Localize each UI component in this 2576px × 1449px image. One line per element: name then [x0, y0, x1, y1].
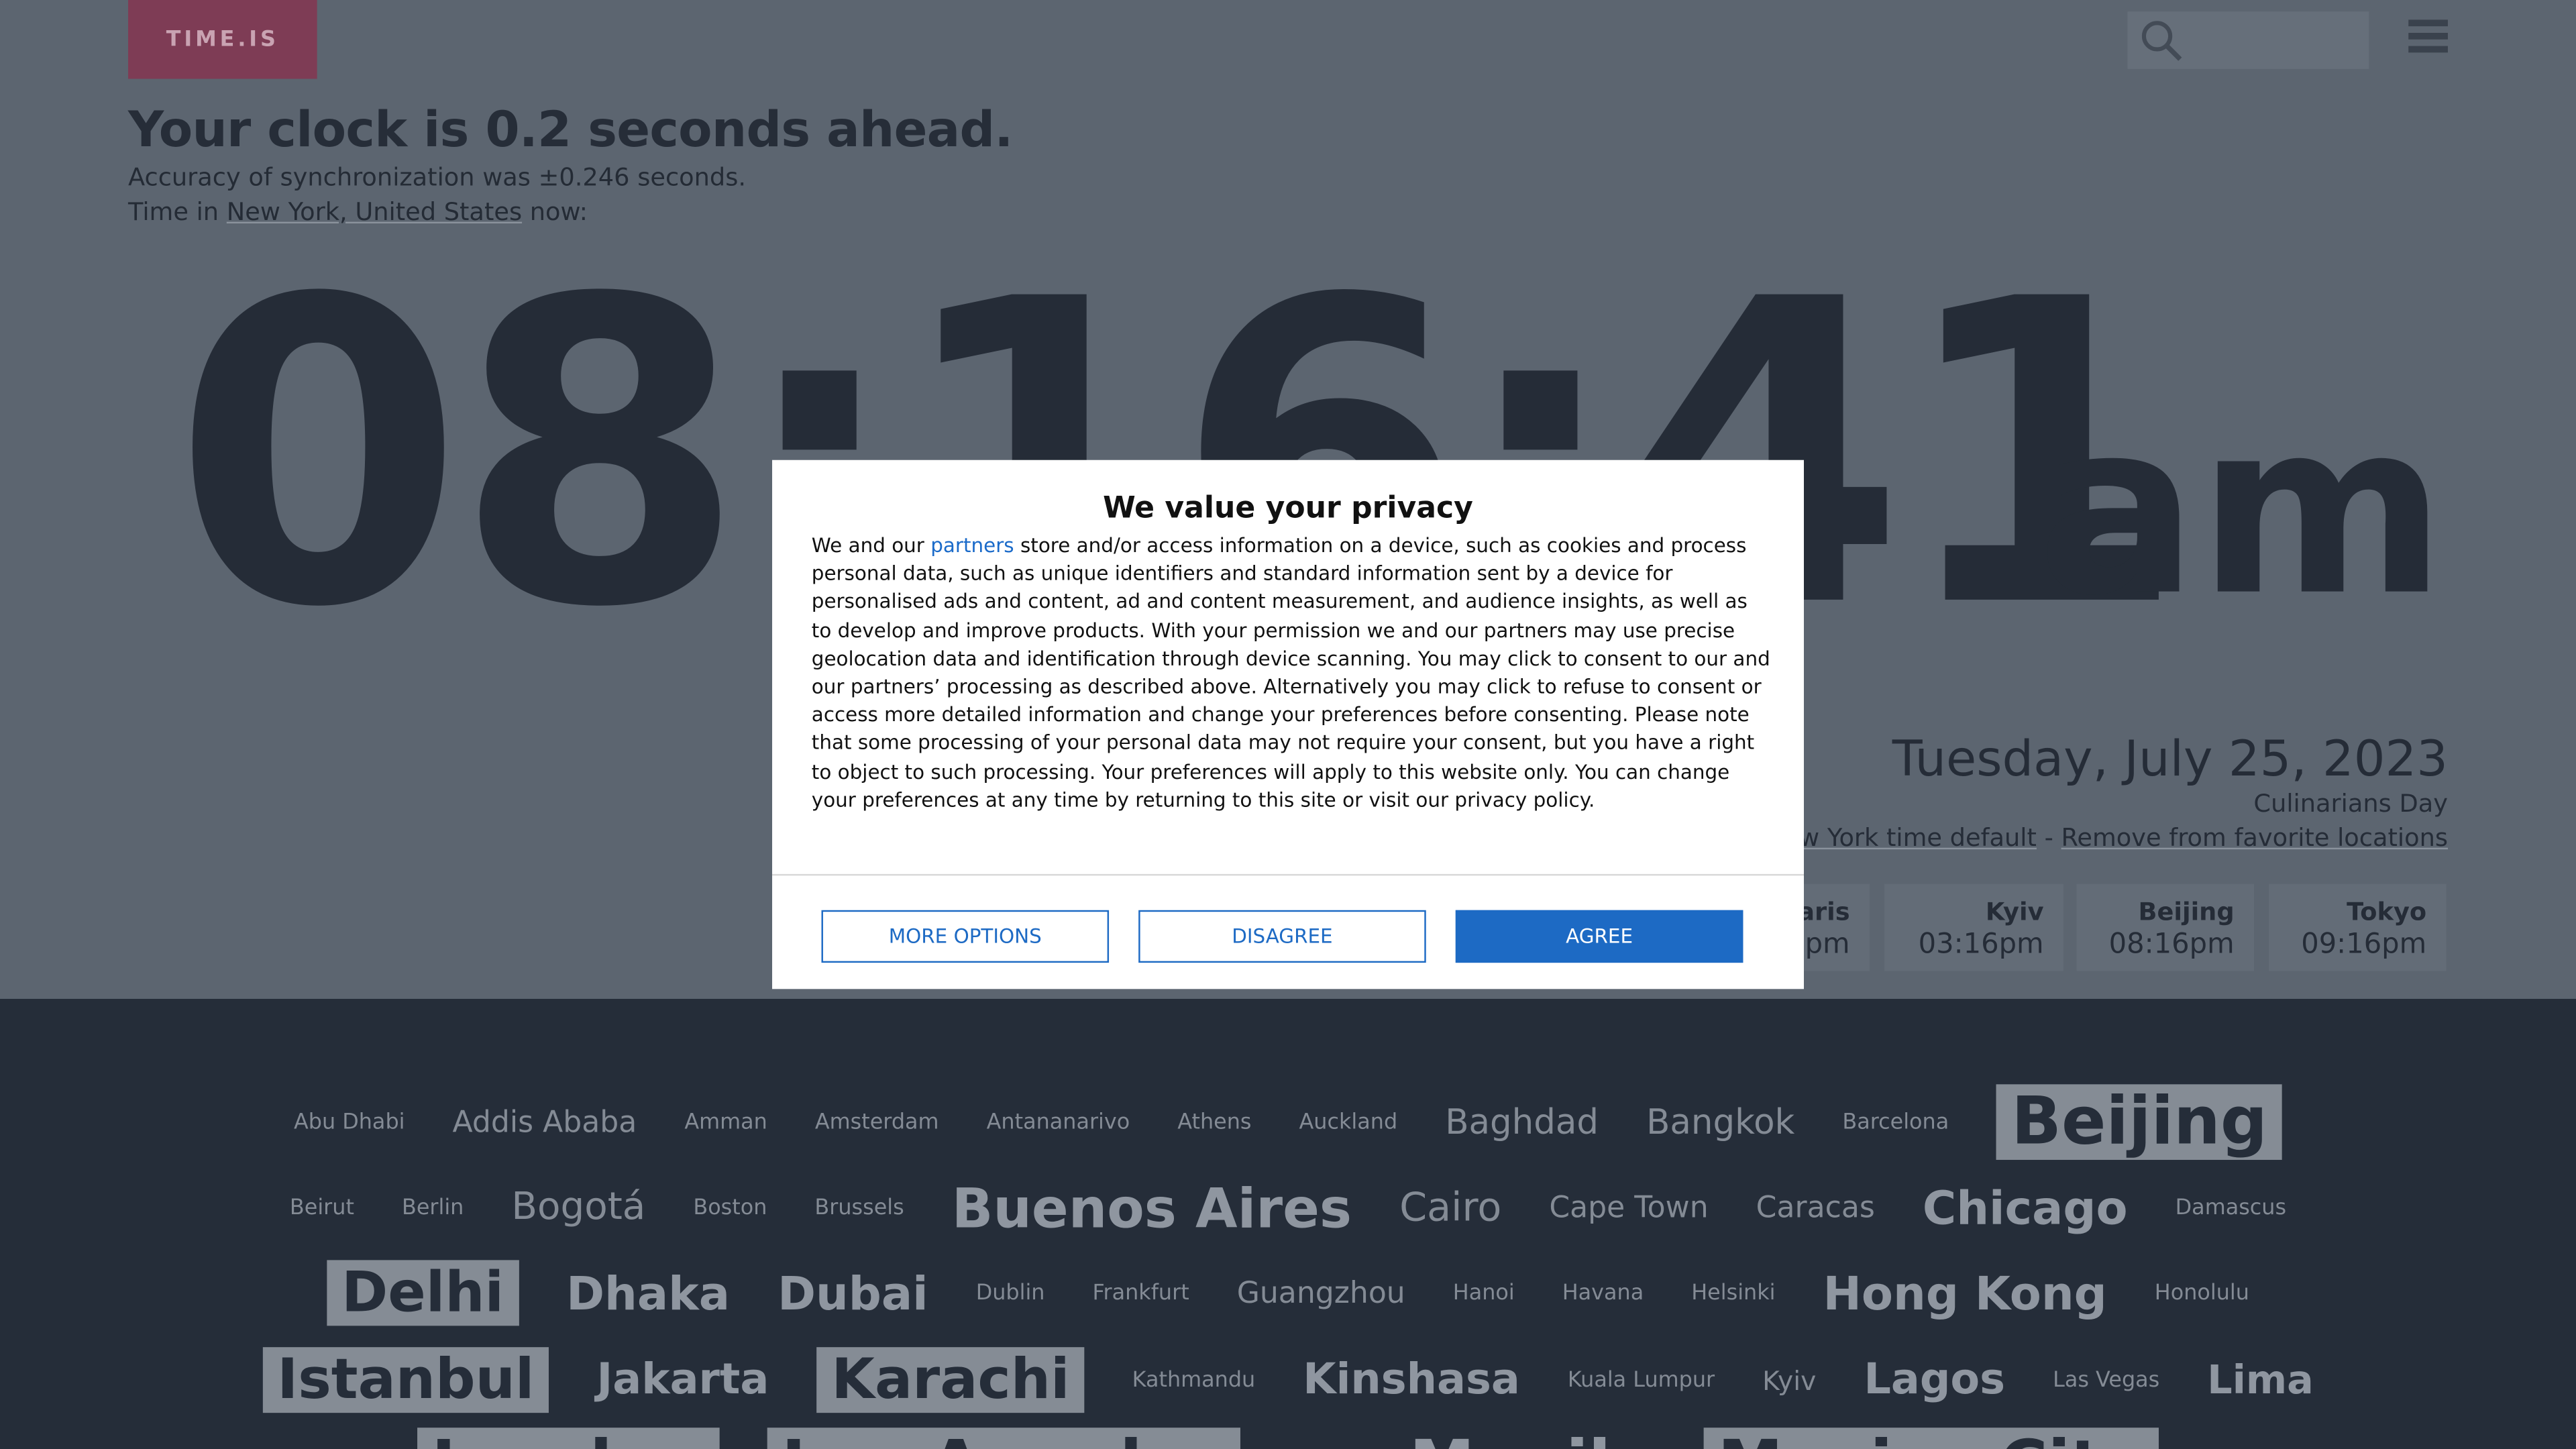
more-options-button[interactable]: MORE OPTIONS [821, 910, 1110, 963]
disagree-button[interactable]: DISAGREE [1138, 910, 1426, 963]
partners-link[interactable]: partners [930, 534, 1014, 557]
agree-button[interactable]: AGREE [1455, 910, 1743, 963]
consent-text-body: store and/or access information on a dev… [811, 533, 1770, 812]
consent-title: We value your privacy [1103, 491, 1473, 526]
consent-text-intro: We and our [811, 533, 931, 557]
consent-overlay: We value your privacy We and our partner… [0, 0, 2576, 1449]
page: TIME.IS Your clock is 0.2 seconds ahead.… [0, 0, 2576, 1449]
consent-text: We and our partners store and/or access … [812, 532, 1773, 814]
consent-dialog: We value your privacy We and our partner… [772, 460, 1805, 989]
dialog-divider [772, 873, 1805, 876]
